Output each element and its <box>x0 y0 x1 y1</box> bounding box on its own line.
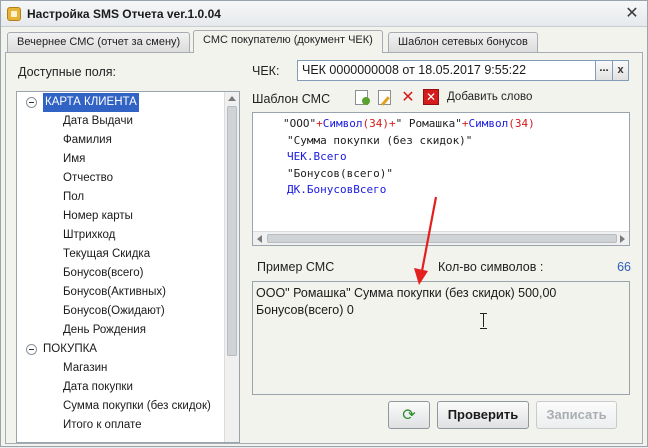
preview-label: Пример СМС <box>257 260 335 274</box>
app-icon <box>7 7 21 21</box>
tree-item[interactable]: Дата покупки <box>63 378 133 397</box>
tree-item[interactable]: Фамилия <box>63 131 112 150</box>
tree-group-label: ПОКУПКА <box>43 343 97 355</box>
check-label: ЧЕК: <box>252 64 280 78</box>
template-label: Шаблон СМС <box>252 92 331 106</box>
tree-item[interactable]: Сумма покупки (без скидок) <box>63 397 211 416</box>
preview-line: Бонусов(всего) 0 <box>256 303 354 317</box>
template-editor[interactable]: "ООО"+Символ(34)+" Ромашка"+Символ(34) "С… <box>252 112 630 246</box>
template-code-line: "Бонусов(всего)" <box>287 166 393 183</box>
tree-item[interactable]: Итого к оплате <box>63 416 142 435</box>
tree-item[interactable]: Бонусов(Активных) <box>63 283 166 302</box>
tree-scrollbar[interactable] <box>224 92 239 442</box>
scroll-thumb[interactable] <box>267 234 617 243</box>
window-title: Настройка SMS Отчета ver.1.0.04 <box>27 7 221 21</box>
close-icon[interactable]: ✕ <box>623 4 641 22</box>
tree-item[interactable]: Номер карты <box>63 207 133 226</box>
template-token: ДК.БонусовВсего <box>287 183 387 196</box>
add-word-button[interactable]: Добавить слово <box>447 91 532 103</box>
char-count-value: 66 <box>617 260 631 274</box>
scroll-right-icon[interactable] <box>620 235 625 243</box>
edit-word-icon[interactable] <box>377 89 393 105</box>
verify-button[interactable]: Проверить <box>437 401 529 429</box>
scroll-left-icon[interactable] <box>257 235 262 243</box>
add-word-icon[interactable] <box>354 89 370 105</box>
collapse-icon[interactable] <box>26 344 37 355</box>
tree-item[interactable]: Пол <box>63 188 84 207</box>
sms-preview: ООО" Ромашка" Сумма покупки (без скидок)… <box>252 281 630 395</box>
clear-check-button[interactable]: x <box>613 60 629 81</box>
tree-item[interactable]: Бонусов(Ожидают) <box>63 302 165 321</box>
editor-horizontal-scrollbar[interactable] <box>253 231 629 245</box>
char-count-label: Кол-во символов : <box>438 260 544 274</box>
tree-item[interactable]: День Рождения <box>63 321 146 340</box>
template-token: "Бонусов(всего)" <box>287 166 393 180</box>
tree-item[interactable]: Отчество <box>63 169 113 188</box>
save-button[interactable]: Записать <box>536 401 617 429</box>
check-field[interactable]: ЧЕК 0000000008 от 18.05.2017 9:55:22 ... <box>297 60 613 81</box>
scroll-up-icon[interactable] <box>228 96 236 101</box>
scroll-thumb[interactable] <box>227 106 237 356</box>
preview-line: ООО" Ромашка" Сумма покупки (без скидок)… <box>256 286 557 300</box>
collapse-icon[interactable] <box>26 97 37 108</box>
template-token: (34) <box>508 117 535 130</box>
title-bar: Настройка SMS Отчета ver.1.0.04 ✕ <box>1 1 647 27</box>
template-code-line: "Сумма покупки (без скидок)" <box>287 133 472 150</box>
tree-item[interactable]: Дата Выдачи <box>63 112 133 131</box>
tree-item[interactable]: Бонусов(всего) <box>63 264 143 283</box>
check-value: ЧЕК 0000000008 от 18.05.2017 9:55:22 <box>302 63 527 77</box>
delete-icon[interactable]: ✕ <box>400 89 416 105</box>
template-token: "ООО" <box>283 117 317 130</box>
template-token: + <box>316 117 323 130</box>
tree-item[interactable]: Текущая Скидка <box>63 245 150 264</box>
delete-all-icon[interactable]: ✕ <box>423 89 439 105</box>
tab-network-bonus-template[interactable]: Шаблон сетевых бонусов <box>388 32 538 52</box>
tree-group-label: КАРТА КЛИЕНТА <box>43 93 139 112</box>
sms-settings-window: Настройка SMS Отчета ver.1.0.04 ✕ Вечерн… <box>0 0 648 447</box>
template-token: + <box>389 117 396 130</box>
template-token: "Сумма покупки (без скидок)" <box>287 133 473 147</box>
template-code-line: ЧЕК.Всего <box>287 149 347 166</box>
available-fields-tree[interactable]: КАРТА КЛИЕНТА Дата Выдачи Фамилия Имя От… <box>16 91 240 443</box>
select-check-button[interactable]: ... <box>595 61 612 80</box>
tab-customer-sms[interactable]: СМС покупателю (документ ЧЕК) <box>193 30 383 53</box>
tab-evening-sms[interactable]: Вечернее СМС (отчет за смену) <box>7 32 191 52</box>
text-cursor-icon <box>480 313 488 329</box>
refresh-button[interactable]: ⟳ <box>388 401 430 429</box>
template-code-line: "ООО"+Символ(34)+" Ромашка"+Символ(34) <box>283 116 535 133</box>
template-code-line: ДК.БонусовВсего <box>287 182 386 199</box>
template-token: (34) <box>362 117 390 130</box>
tree-item[interactable]: Имя <box>63 150 85 169</box>
tree-item[interactable]: Магазин <box>63 359 107 378</box>
template-token: ЧЕК.Всего <box>287 150 347 163</box>
template-token: " Ромашка" <box>395 117 462 130</box>
template-token: Символ <box>468 117 509 130</box>
available-fields-label: Доступные поля: <box>18 65 116 79</box>
template-token: Символ <box>322 117 363 130</box>
tree-item[interactable]: Штрихкод <box>63 226 115 245</box>
